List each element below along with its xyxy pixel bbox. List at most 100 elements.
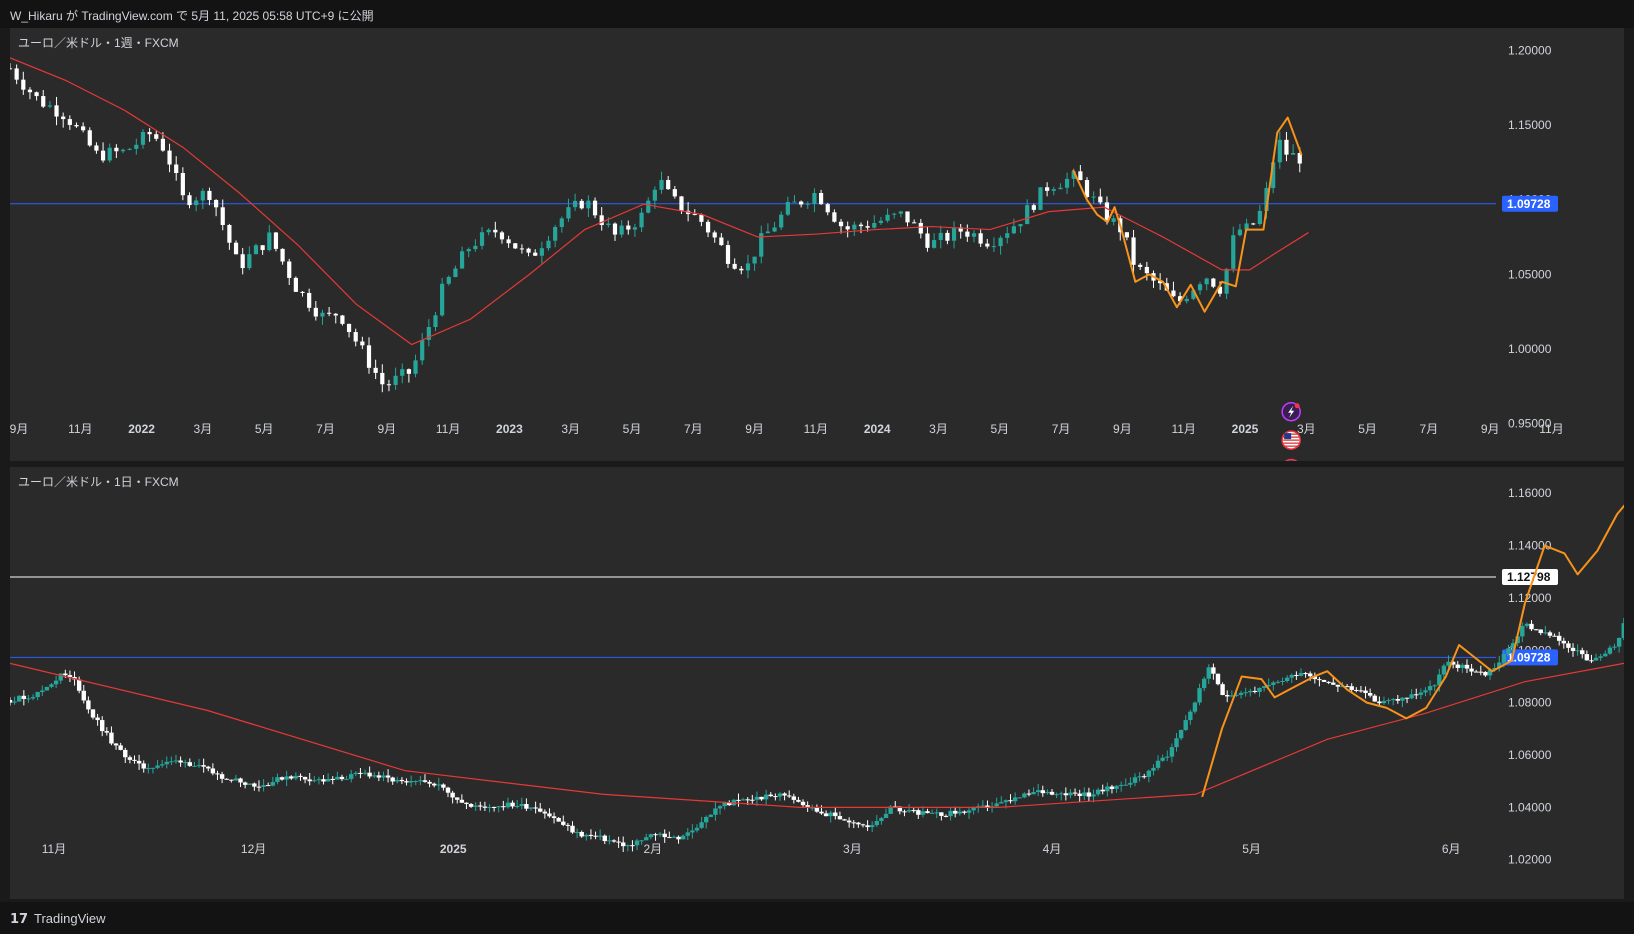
candle-body (978, 233, 983, 244)
candle-body (21, 79, 26, 90)
candle-body (1098, 196, 1103, 203)
candle-body (440, 283, 445, 316)
candle-body (431, 783, 437, 786)
candle-body (1109, 786, 1115, 789)
candle-body (1063, 793, 1069, 796)
candle-body (307, 779, 312, 782)
candle-body (1556, 635, 1562, 641)
candle-body (892, 213, 897, 215)
candle-body (256, 786, 262, 788)
candle-body (1165, 756, 1170, 758)
candle-body (648, 834, 654, 838)
candle-body (113, 743, 119, 746)
weekly-chart-svg[interactable]: 1.200001.150001.100001.050001.000000.950… (10, 28, 1624, 461)
candle-body (1012, 797, 1018, 802)
candle-body (260, 245, 265, 251)
daily-chart-pane[interactable]: 1.160001.140001.120001.100001.080001.060… (10, 467, 1624, 899)
candle-body (146, 768, 151, 770)
candle-body (312, 780, 317, 782)
candle-body (450, 792, 455, 798)
candle-body (386, 384, 392, 386)
candle-body (1547, 632, 1553, 636)
candle-body (353, 772, 358, 775)
candle-body (81, 690, 86, 701)
candle-body (619, 225, 624, 235)
candle-body (453, 268, 458, 278)
candle-body (206, 766, 211, 769)
weekly-chart-pane[interactable]: 1.200001.150001.100001.050001.000000.950… (10, 28, 1624, 461)
candle-body (120, 149, 126, 152)
candle-body (86, 700, 91, 710)
candle-body (878, 220, 884, 224)
candle-body (178, 760, 183, 763)
candle-body (561, 821, 566, 825)
candle-body (957, 811, 962, 814)
candle-body (160, 138, 166, 151)
candle-body (586, 200, 591, 209)
candle-body (1003, 800, 1009, 803)
candle-body (1215, 673, 1221, 685)
candle-body (943, 815, 949, 817)
x-tick-label: 2022 (128, 422, 155, 436)
candle-body (1257, 687, 1262, 692)
candle-body (154, 134, 159, 139)
candle-body (261, 785, 266, 787)
x-tick-label: 5月 (255, 422, 274, 436)
candle-body (750, 799, 755, 801)
candle-body (14, 68, 19, 80)
candle-body (1377, 701, 1382, 704)
candle-body (313, 307, 318, 317)
candle-body (719, 237, 724, 246)
candle-body (1188, 711, 1193, 721)
candle-body (1105, 786, 1110, 792)
candle-body (932, 240, 937, 248)
candle-body (1211, 667, 1216, 674)
candle-body (1561, 640, 1566, 644)
candle-body (1201, 678, 1207, 689)
candle-body (1391, 699, 1396, 701)
tradingview-brand: TradingView (34, 911, 106, 926)
candle-body (372, 775, 377, 777)
tradingview-logo-icon: 𝟭𝟳 (10, 911, 29, 926)
candle-body (825, 204, 830, 213)
candle-body (874, 821, 880, 826)
candle-body (626, 225, 631, 230)
candle-body (722, 802, 727, 807)
candle-body (307, 292, 312, 308)
x-tick-label: 7月 (316, 422, 335, 436)
candle-body (999, 802, 1004, 804)
candle-body (1575, 650, 1580, 652)
candle-body (63, 673, 68, 676)
candle-body (1025, 205, 1030, 225)
candle-body (745, 263, 751, 271)
candle-body (1386, 700, 1391, 702)
candle-body (699, 214, 704, 222)
candle-body (61, 116, 66, 120)
candle-body (253, 245, 259, 255)
candle-body (1238, 692, 1244, 695)
candle-body (1174, 738, 1179, 748)
candle-body (446, 277, 451, 284)
candle-body (340, 315, 345, 324)
candle-body (287, 261, 292, 278)
candle-body (1616, 637, 1622, 647)
candle-body (399, 779, 405, 782)
candle-body (35, 692, 40, 698)
candle-body (10, 700, 13, 703)
daily-chart-svg[interactable]: 1.160001.140001.120001.100001.080001.060… (10, 467, 1624, 899)
candle-body (865, 825, 870, 828)
candle-body (559, 218, 564, 228)
candle-body (920, 811, 926, 815)
candle-body (796, 799, 801, 802)
candle-body (320, 312, 325, 317)
candle-body (459, 799, 465, 803)
candle-body (325, 778, 331, 782)
candle-body (800, 801, 806, 806)
candle-body (1524, 623, 1530, 626)
candle-body (519, 804, 524, 807)
candle-body (945, 232, 950, 241)
candle-body (676, 836, 681, 840)
x-tick-label: 5月 (623, 422, 642, 436)
candle-body (599, 215, 604, 226)
candle-body (514, 806, 520, 808)
